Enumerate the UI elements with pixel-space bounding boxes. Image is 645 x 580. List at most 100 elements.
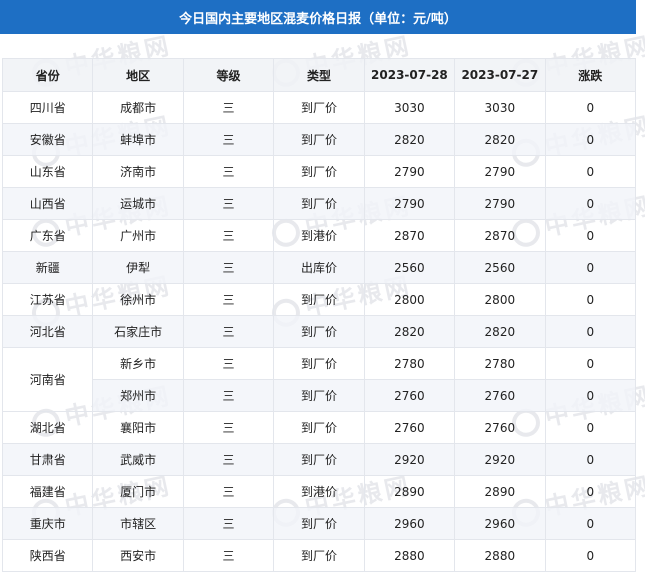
cell-price-today: 2890: [363, 475, 456, 508]
cell-province: 山西省: [1, 187, 94, 220]
cell-price-today: 2920: [363, 443, 456, 476]
cell-price-today: 2760: [363, 411, 456, 444]
header-region: 地区: [92, 58, 184, 92]
cell-price-prev: 2560: [454, 251, 546, 284]
cell-region: 襄阳市: [92, 411, 184, 444]
cell-type: 到厂价: [273, 315, 365, 348]
cell-type: 到厂价: [273, 123, 365, 156]
cell-change: 0: [544, 539, 637, 572]
cell-price-prev: 2760: [454, 379, 546, 412]
cell-price-prev: 3030: [454, 91, 546, 124]
cell-price-today: 2790: [363, 187, 456, 220]
cell-type: 到厂价: [273, 91, 365, 124]
cell-grade: 三: [182, 475, 275, 508]
cell-price-prev: 2790: [454, 187, 546, 220]
cell-price-prev: 2800: [454, 283, 546, 316]
cell-region: 运城市: [92, 187, 184, 220]
cell-grade: 三: [182, 91, 275, 124]
cell-region: 成都市: [92, 91, 184, 124]
cell-grade: 三: [182, 507, 275, 540]
header-type: 类型: [273, 58, 365, 92]
cell-type: 到厂价: [273, 411, 365, 444]
cell-price-prev: 2870: [454, 219, 546, 252]
table-row: 河北省 石家庄市三到厂价 2820 2820 0: [1, 315, 637, 348]
cell-province: 陕西省: [1, 539, 94, 572]
cell-price-prev: 2880: [454, 539, 546, 572]
cell-type: 到港价: [273, 219, 365, 252]
cell-price-prev: 2960: [454, 507, 546, 540]
table-body: 四川省 成都市三到厂价 3030 3030 0 安徽省 蚌埠市三到厂价 2820 2820 0 山东…: [1, 91, 637, 572]
header-change: 涨跌: [544, 58, 637, 92]
cell-province: 湖北省: [1, 411, 94, 444]
cell-price-prev: 2820: [454, 123, 546, 156]
cell-price-prev: 2890: [454, 475, 546, 508]
cell-type: 到厂价: [273, 507, 365, 540]
cell-change: 0: [544, 251, 637, 284]
cell-province: 重庆市: [1, 507, 94, 540]
cell-province: 广东省: [1, 219, 94, 252]
cell-region: 厦门市: [92, 475, 184, 508]
cell-price-today: 2870: [363, 219, 456, 252]
table-row: 广东省 广州市三到港价 2870 2870 0: [1, 219, 637, 252]
table-row: 山东省 济南市三到厂价 2790 2790 0: [1, 155, 637, 188]
cell-price-today: 2560: [363, 251, 456, 284]
cell-price-today: 2960: [363, 507, 456, 540]
cell-province: 四川省: [1, 91, 94, 124]
cell-region: 市辖区: [92, 507, 184, 540]
cell-price-today: 2880: [363, 539, 456, 572]
cell-type: 到厂价: [273, 187, 365, 220]
cell-province: 山东省: [1, 155, 94, 188]
table-row: 四川省 成都市三到厂价 3030 3030 0: [1, 91, 637, 124]
cell-change: 0: [544, 347, 637, 380]
cell-province: 河南省: [1, 347, 94, 412]
cell-type: 到港价: [273, 475, 365, 508]
table-row: 郑州市三到厂价 2760 2760 0: [3, 379, 637, 412]
cell-grade: 三: [182, 219, 275, 252]
cell-region: 郑州市: [92, 379, 184, 412]
cell-grade: 三: [182, 283, 275, 316]
cell-price-prev: 2920: [454, 443, 546, 476]
cell-type: 到厂价: [273, 283, 365, 316]
cell-grade: 三: [182, 539, 275, 572]
cell-type: 到厂价: [273, 347, 365, 380]
header-date-today: 2023-07-28: [363, 58, 456, 92]
cell-change: 0: [544, 219, 637, 252]
price-table: 省份 地区 等级 类型 2023-07-28 2023-07-27 涨跌 四川省…: [1, 58, 637, 572]
cell-type: 到厂价: [273, 155, 365, 188]
cell-change: 0: [544, 315, 637, 348]
cell-price-prev: 2790: [454, 155, 546, 188]
cell-grade: 三: [182, 187, 275, 220]
cell-change: 0: [544, 411, 637, 444]
cell-change: 0: [544, 379, 637, 412]
cell-region: 石家庄市: [92, 315, 184, 348]
cell-grade: 三: [182, 443, 275, 476]
table-row: 河南省 新乡市三到厂价 2780 2780 0: [1, 347, 637, 412]
cell-region: 伊犁: [92, 251, 184, 284]
cell-grade: 三: [182, 155, 275, 188]
cell-price-today: 3030: [363, 91, 456, 124]
cell-province: 河北省: [1, 315, 94, 348]
cell-grade: 三: [182, 411, 275, 444]
cell-region: 徐州市: [92, 283, 184, 316]
table-row: 湖北省 襄阳市三到厂价 2760 2760 0: [1, 411, 637, 444]
table-row: 山西省 运城市三到厂价 2790 2790 0: [1, 187, 637, 220]
cell-province: 新疆: [1, 251, 94, 284]
header-grade: 等级: [182, 58, 275, 92]
cell-type: 到厂价: [273, 539, 365, 572]
cell-type: 出库价: [273, 251, 365, 284]
header-date-prev: 2023-07-27: [454, 58, 546, 92]
cell-change: 0: [544, 475, 637, 508]
cell-price-prev: 2780: [454, 347, 546, 380]
cell-price-today: 2790: [363, 155, 456, 188]
cell-province: 甘肃省: [1, 443, 94, 476]
cell-price-prev: 2820: [454, 315, 546, 348]
cell-price-today: 2820: [363, 315, 456, 348]
table-row: 江苏省 徐州市三到厂价 2800 2800 0: [1, 283, 637, 316]
cell-region: 新乡市: [92, 347, 184, 380]
cell-type: 到厂价: [273, 443, 365, 476]
cell-change: 0: [544, 187, 637, 220]
table-header-row: 省份 地区 等级 类型 2023-07-28 2023-07-27 涨跌: [1, 58, 637, 92]
cell-change: 0: [544, 91, 637, 124]
cell-price-today: 2760: [363, 379, 456, 412]
table-row: 陕西省 西安市三到厂价 2880 2880 0: [1, 539, 637, 572]
